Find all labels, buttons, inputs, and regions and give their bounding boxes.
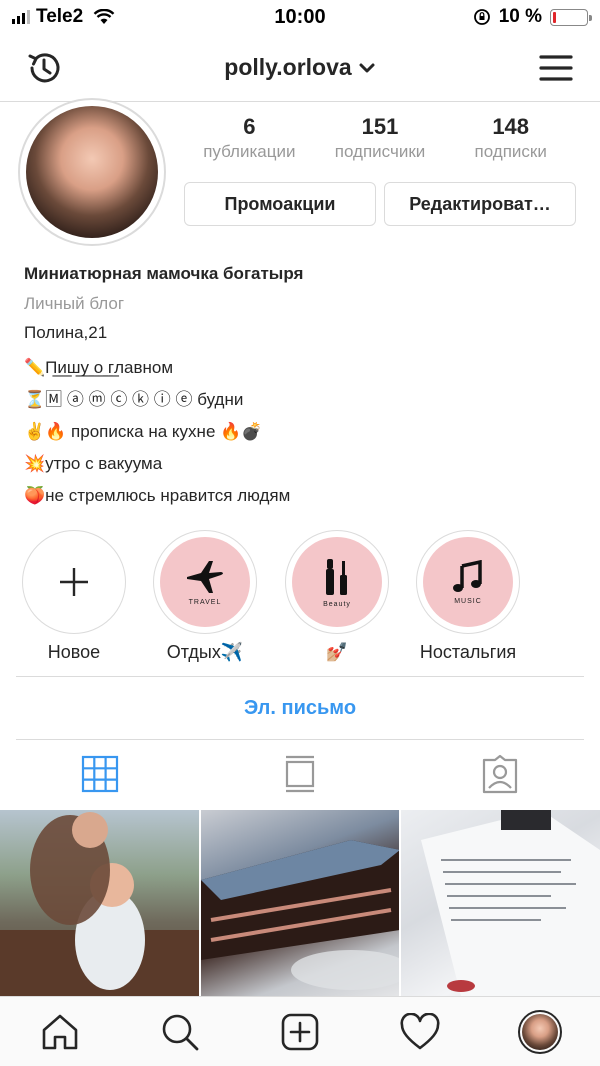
username: polly.orlova	[224, 54, 352, 80]
stat-label: подписчики	[334, 142, 426, 161]
photo-grid	[0, 810, 600, 996]
battery-fill	[553, 11, 557, 23]
highlight-circle: Beauty	[285, 530, 389, 634]
heart-icon	[400, 1012, 440, 1049]
stat-value: 6	[243, 114, 256, 139]
carrier-name: Tele2	[36, 6, 84, 27]
profile-tabs	[0, 740, 600, 808]
tab-feed[interactable]	[200, 740, 400, 808]
signal-icon	[12, 10, 30, 24]
tab-grid[interactable]	[0, 740, 200, 808]
highlight-cover-text: TRAVEL	[188, 598, 222, 606]
profile-stats: 6 публикации 151 подписчики 148 подписки	[184, 114, 576, 162]
post-image	[421, 810, 600, 996]
username-switcher[interactable]: polly.orlova	[224, 54, 375, 81]
stat-following[interactable]: 148 подписки	[445, 114, 576, 162]
stat-label: подписки	[474, 142, 547, 161]
bottom-navigation	[0, 996, 600, 1066]
stat-label: публикации	[203, 142, 296, 161]
highlight-label: Новое	[47, 642, 101, 662]
orientation-lock-icon	[473, 9, 490, 25]
bio-line: ⏳🄼 ⓐ ⓜ ⓒ ⓚ ⓘ ⓔ будни	[24, 390, 244, 409]
post-image	[0, 812, 199, 996]
highlight-label: 💅🏼	[325, 642, 349, 662]
post-thumbnail[interactable]	[200, 810, 400, 996]
post-image	[200, 840, 400, 990]
feed-icon	[285, 755, 315, 793]
highlight-cover-text: Beauty	[323, 600, 351, 608]
airplane-icon	[187, 560, 223, 593]
nav-new-post[interactable]	[240, 1012, 360, 1052]
nav-home[interactable]	[0, 1012, 120, 1052]
highlight-cover-text: MUSIC	[454, 597, 482, 605]
status-bar-right: 10 %	[388, 6, 592, 28]
nav-activity[interactable]	[360, 1012, 480, 1051]
profile-header: polly.orlova	[0, 34, 600, 102]
bio-line: 💥утро с вакуума	[24, 454, 163, 473]
stat-value: 148	[492, 114, 530, 139]
music-note-icon	[453, 559, 482, 592]
history-icon[interactable]	[24, 48, 64, 88]
profile-bio: Миниатюрная мамочка богатыря Личный блог…	[24, 264, 584, 512]
bio-category: Личный блог	[24, 294, 125, 313]
battery-percent: 10 %	[498, 6, 542, 27]
stat-value: 151	[361, 114, 399, 139]
highlight-cover: Beauty	[292, 537, 382, 627]
stat-followers[interactable]: 151 подписчики	[315, 114, 446, 162]
tagged-icon	[482, 754, 518, 794]
highlight-cover: TRAVEL	[160, 537, 250, 627]
add-post-icon	[281, 1013, 319, 1050]
home-icon	[42, 1014, 78, 1049]
stat-posts[interactable]: 6 публикации	[184, 114, 315, 162]
bio-line: ✏️П̲и̲ш̲у̲ ̲о̲ ̲г̲лавном	[24, 358, 174, 377]
nav-search[interactable]	[120, 1012, 240, 1052]
highlight-new[interactable]: Новое	[22, 530, 126, 663]
bio-name: Миниатюрная мамочка богатыря	[24, 264, 304, 283]
highlight-circle	[22, 530, 126, 634]
search-icon	[162, 1014, 199, 1050]
promotions-button[interactable]: Промоакции	[184, 182, 376, 226]
highlight-circle: TRAVEL	[153, 530, 257, 634]
highlight-label: Ностальгия	[419, 642, 517, 662]
menu-icon[interactable]	[538, 50, 574, 86]
battery-icon	[550, 8, 592, 26]
tab-tagged[interactable]	[400, 740, 600, 808]
bio-line: ✌️🔥 прописка на кухне 🔥💣	[24, 422, 263, 441]
profile-avatar	[518, 1009, 562, 1054]
bio-line: 🍑не стремлюсь нравится людям	[24, 486, 291, 505]
story-highlights: Новое TRAVEL Отдых✈️ Beauty 💅🏼 MUSIC Нос…	[0, 530, 600, 670]
chevron-down-icon	[359, 63, 375, 72]
cosmetics-icon	[326, 558, 347, 595]
avatar-photo	[26, 106, 158, 238]
highlight-travel[interactable]: TRAVEL Отдых✈️	[153, 530, 257, 663]
highlight-label: Отдых✈️	[166, 642, 244, 662]
highlight-nostalgia[interactable]: MUSIC Ностальгия	[416, 530, 520, 663]
status-bar-left: Tele2	[12, 6, 212, 28]
nav-profile[interactable]	[480, 1009, 600, 1054]
wifi-icon	[93, 9, 115, 24]
profile-avatar[interactable]	[18, 98, 166, 246]
highlight-circle: MUSIC	[416, 530, 520, 634]
status-time: 10:00	[274, 5, 326, 28]
highlight-beauty[interactable]: Beauty 💅🏼	[285, 530, 389, 663]
post-thumbnail[interactable]	[0, 810, 199, 996]
post-thumbnail[interactable]	[401, 810, 600, 996]
edit-profile-button[interactable]: Редактироват…	[384, 182, 576, 226]
plus-icon	[60, 568, 88, 596]
email-button[interactable]: Эл. письмо	[16, 676, 584, 740]
status-bar: Tele2 10:00 10 %	[0, 0, 600, 34]
highlight-cover: MUSIC	[423, 537, 513, 627]
grid-icon	[81, 755, 119, 793]
bio-line: Полина,21	[24, 323, 108, 342]
